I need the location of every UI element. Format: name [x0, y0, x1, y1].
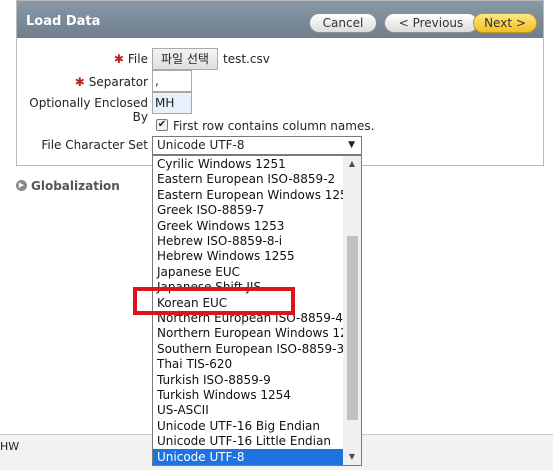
charset-selected-value: Unicode UTF-8 [157, 138, 245, 152]
charset-option[interactable]: Unicode UTF-8 [153, 448, 343, 465]
next-button[interactable]: Next > [473, 13, 537, 33]
charset-option[interactable]: Hebrew Windows 1255 [153, 248, 343, 264]
file-name: test.csv [223, 52, 270, 66]
expand-arrow-icon[interactable]: ▶ [16, 180, 27, 191]
charset-option[interactable]: Northern European ISO-8859-4 [153, 310, 343, 326]
separator-input[interactable]: , [152, 70, 192, 92]
charset-option[interactable]: Eastern European Windows 1250 [153, 187, 355, 203]
separator-label-text: Separator [88, 75, 148, 89]
charset-option[interactable]: Southern European ISO-8859-3 [153, 341, 344, 357]
charset-option[interactable]: Eastern European ISO-8859-2 [153, 171, 343, 187]
globalization-toggle[interactable]: Globalization [31, 179, 120, 193]
charset-option[interactable]: Unicode UTF-16 Little Endian [153, 433, 343, 449]
charset-option[interactable]: Northern European Windows 1257 [153, 325, 361, 341]
charset-dropdown-list[interactable]: Cyrilic Windows 1251 Eastern European ISO… [152, 155, 362, 466]
charset-option[interactable]: Hebrew ISO-8859-8-i [153, 233, 343, 249]
charset-option[interactable]: Japanese EUC [153, 264, 343, 280]
scroll-up-icon[interactable]: ▲ [343, 156, 361, 172]
required-asterisk-icon: ✱ [113, 52, 124, 66]
file-label-text: File [127, 52, 148, 66]
dropdown-scrollbar[interactable]: ▲ ▼ [343, 156, 361, 465]
charset-label: File Character Set [41, 138, 148, 152]
separator-label: ✱ Separator [70, 75, 148, 89]
charset-option[interactable]: Greek Windows 1253 [153, 218, 343, 234]
scroll-down-icon[interactable]: ▼ [343, 449, 361, 465]
required-asterisk-icon: ✱ [74, 75, 85, 89]
charset-option[interactable]: Turkish ISO-8859-9 [153, 372, 343, 388]
first-row-label: First row contains column names. [173, 119, 375, 133]
region-title: Load Data [26, 14, 101, 29]
first-row-checkbox[interactable]: ✔ [156, 119, 168, 131]
enclosed-by-label: Optionally Enclosed By [29, 96, 148, 124]
scrollbar-thumb[interactable] [347, 236, 358, 420]
charset-select[interactable]: Unicode UTF-8 ▼ [152, 136, 362, 155]
charset-option[interactable]: Turkish Windows 1254 [153, 387, 343, 403]
charset-option[interactable]: Cyrilic Windows 1251 [153, 156, 343, 172]
file-label: ✱ File [88, 52, 148, 66]
charset-option[interactable]: Thai TIS-620 [153, 356, 343, 372]
charset-option[interactable]: Korean EUC [153, 295, 343, 311]
charset-option[interactable]: US-ASCII [153, 402, 343, 418]
region-header: Load Data Cancel < Previous Next > [17, 1, 543, 38]
charset-option[interactable]: Greek ISO-8859-7 [153, 202, 343, 218]
footer-text: HW [0, 440, 20, 453]
charset-option[interactable]: Unicode UTF-16 Big Endian [153, 418, 343, 434]
charset-option[interactable]: Japanese Shift JIS [153, 279, 343, 295]
enclosed-by-input[interactable]: MH [152, 92, 192, 114]
previous-button[interactable]: < Previous [384, 13, 478, 33]
choose-file-button[interactable]: 파일 선택 [152, 48, 218, 70]
chevron-down-icon: ▼ [348, 140, 355, 150]
cancel-button[interactable]: Cancel [309, 13, 377, 33]
